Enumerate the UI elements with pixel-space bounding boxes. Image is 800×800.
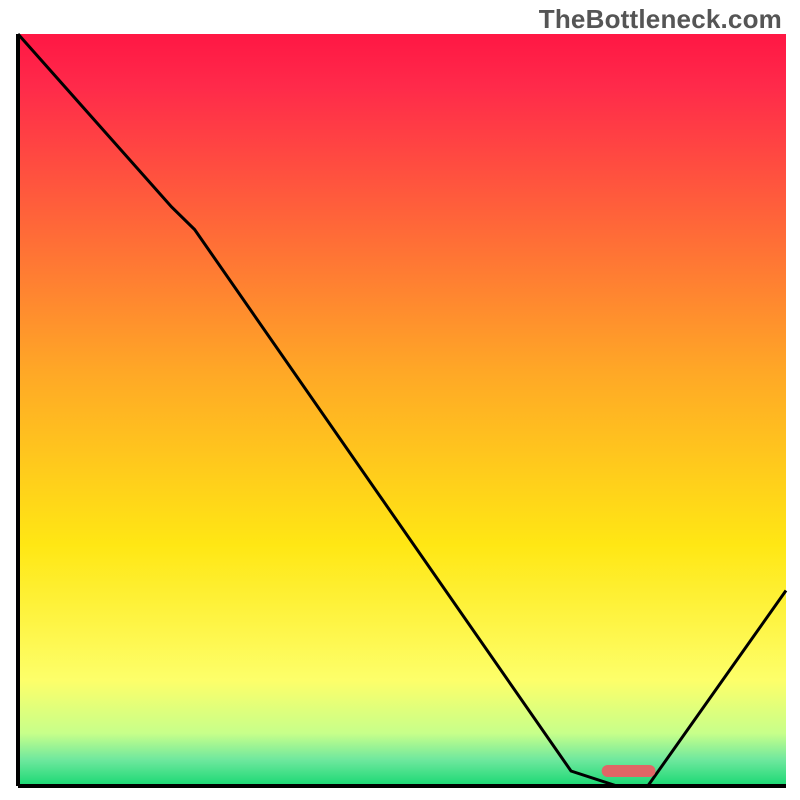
chart-container: { "watermark": "TheBottleneck.com", "cha… xyxy=(0,0,800,800)
watermark-text: TheBottleneck.com xyxy=(539,4,782,35)
bottleneck-chart xyxy=(0,0,800,800)
optimal-range-marker xyxy=(602,765,656,777)
plot-background xyxy=(18,34,786,786)
